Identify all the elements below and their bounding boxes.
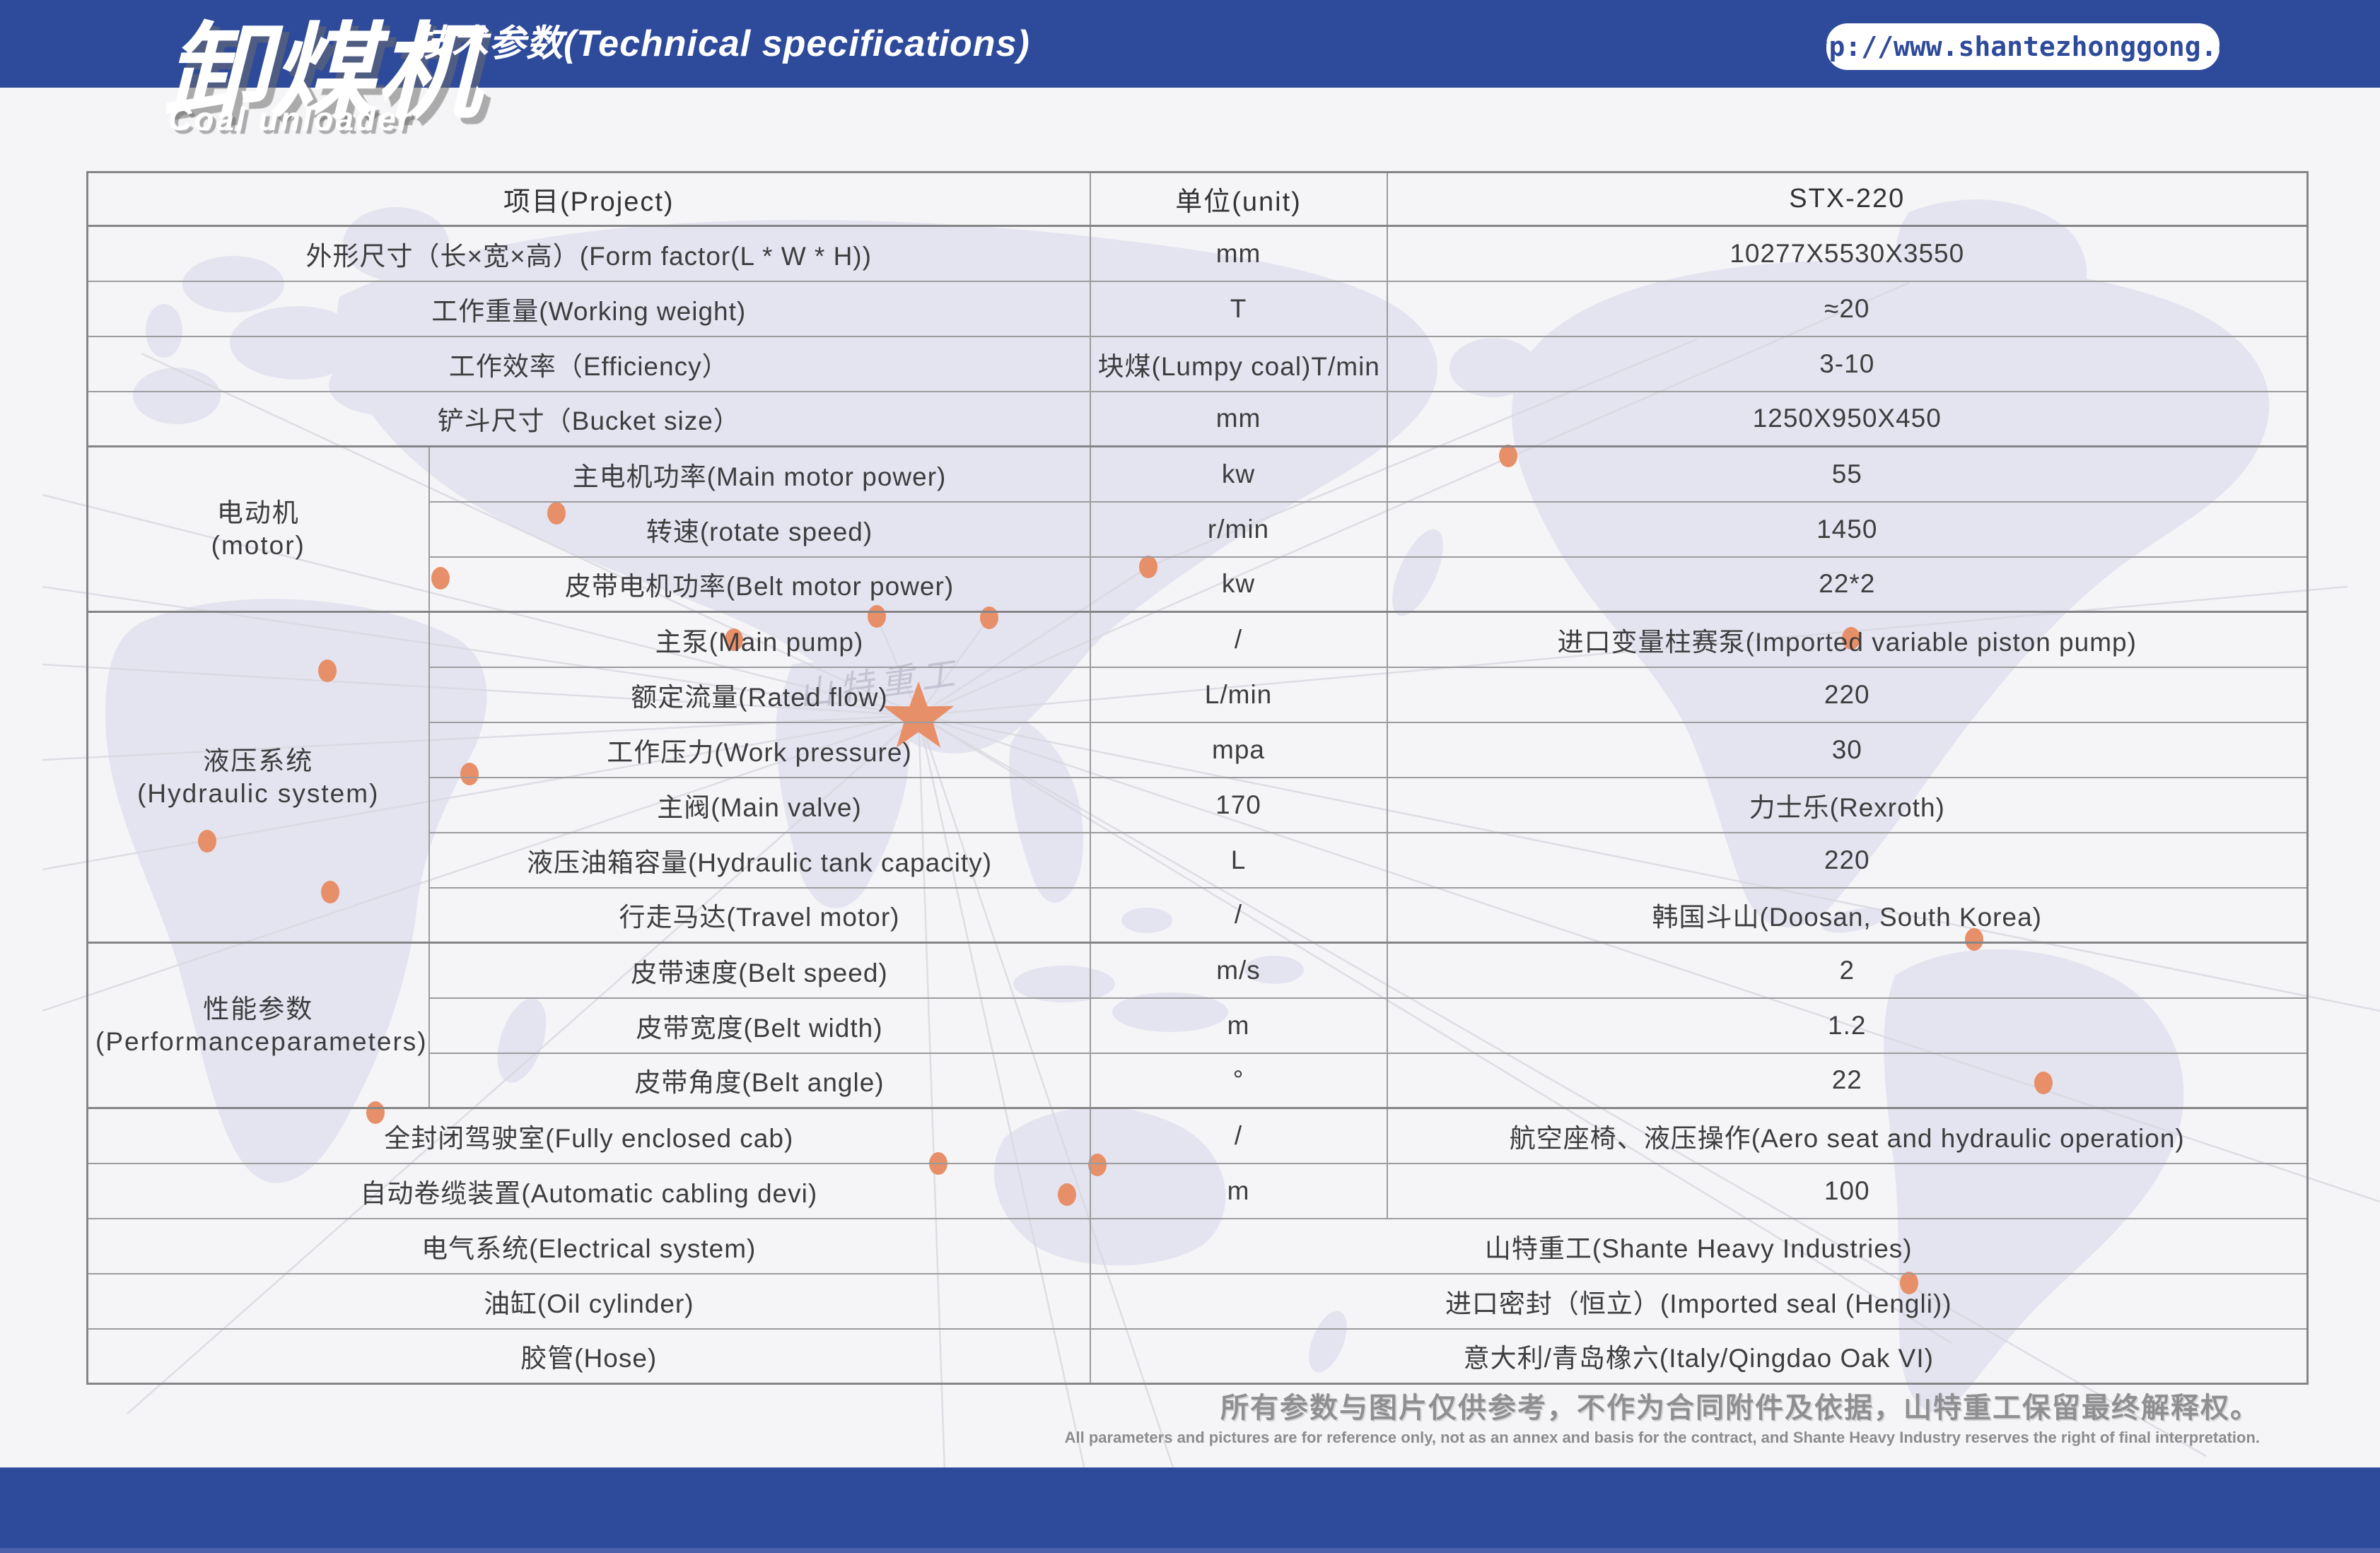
value-cell: 3-10 — [1387, 336, 2308, 392]
value-cell: 进口变量柱赛泵(Imported variable piston pump) — [1387, 612, 2308, 667]
project-cell: 电气系统(Electrical system) — [88, 1219, 1090, 1274]
value-cell: 山特重工(Shante Heavy Industries) — [1090, 1219, 2308, 1274]
project-cell: 皮带角度(Belt angle) — [429, 1053, 1090, 1108]
table-row: 电气系统(Electrical system)山特重工(Shante Heavy… — [88, 1219, 2308, 1274]
project-cell: 全封闭驾驶室(Fully enclosed cab) — [88, 1108, 1090, 1164]
col-header-model: STX-220 — [1387, 172, 2308, 226]
value-cell: 10277X5530X3550 — [1387, 226, 2308, 281]
project-cell: 转速(rotate speed) — [429, 502, 1090, 557]
website-url[interactable]: Http://www.shantezhonggong.com — [1780, 31, 2265, 62]
page: { "header_bar": { "logo_zh": "卸煤机", "log… — [0, 0, 2380, 1553]
project-cell: 皮带速度(Belt speed) — [429, 943, 1090, 998]
table-row: 工作重量(Working weight)T≈20 — [88, 281, 2308, 336]
project-cell: 主电机功率(Main motor power) — [429, 447, 1090, 502]
project-cell: 工作效率（Efficiency） — [88, 336, 1090, 392]
project-cell: 额定流量(Rated flow) — [429, 667, 1090, 722]
footer-bar — [0, 1467, 2380, 1553]
disclaimer-zh: 所有参数与图片仅供参考，不作为合同附件及依据，山特重工保留最终解释权。 — [1065, 1391, 2260, 1425]
project-cell: 皮带宽度(Belt width) — [429, 998, 1090, 1053]
value-cell: 1450 — [1387, 502, 2308, 557]
project-cell: 胶管(Hose) — [88, 1329, 1090, 1384]
project-cell: 油缸(Oil cylinder) — [88, 1274, 1090, 1329]
unit-cell: r/min — [1090, 502, 1387, 557]
value-cell: 1250X950X450 — [1387, 392, 2308, 447]
value-cell: 100 — [1387, 1164, 2308, 1219]
unit-cell: kw — [1090, 557, 1387, 612]
website-url-box[interactable]: Http://www.shantezhonggong.com — [1826, 23, 2219, 70]
value-cell: 55 — [1387, 447, 2308, 502]
value-cell: 220 — [1387, 667, 2308, 722]
value-cell: 力士乐(Rexroth) — [1387, 778, 2308, 833]
project-cell: 外形尺寸（长×宽×高）(Form factor(L * W * H)) — [88, 226, 1090, 281]
table-row: 工作效率（Efficiency）块煤(Lumpy coal)T/min3-10 — [88, 336, 2308, 392]
project-cell: 主阀(Main valve) — [429, 778, 1090, 833]
value-cell: 22 — [1387, 1053, 2308, 1108]
unit-cell: 170 — [1090, 778, 1387, 833]
unit-cell: / — [1090, 612, 1387, 667]
unit-cell: m — [1090, 1164, 1387, 1219]
table-row: 自动卷缆装置(Automatic cabling devi)m100 — [88, 1164, 2308, 1219]
unit-cell: L — [1090, 833, 1387, 888]
unit-cell: / — [1090, 888, 1387, 943]
col-header-unit: 单位(unit) — [1090, 172, 1387, 226]
category-label-en: (Hydraulic system) — [95, 778, 421, 810]
unit-cell: m — [1090, 998, 1387, 1053]
col-header-project: 项目(Project) — [88, 172, 1090, 226]
table-header-row: 项目(Project) 单位(unit) STX-220 — [88, 172, 2308, 226]
disclaimer-en: All parameters and pictures are for refe… — [1065, 1428, 2260, 1448]
project-cell: 工作压力(Work pressure) — [429, 722, 1090, 778]
value-cell: 1.2 — [1387, 998, 2308, 1053]
unit-cell: mm — [1090, 226, 1387, 281]
table-row: 液压系统(Hydraulic system)主泵(Main pump)/进口变量… — [88, 612, 2308, 667]
project-cell: 工作重量(Working weight) — [88, 281, 1090, 336]
unit-cell: 块煤(Lumpy coal)T/min — [1090, 336, 1387, 392]
category-cell: 性能参数(Performanceparameters) — [88, 943, 429, 1108]
disclaimer: 所有参数与图片仅供参考，不作为合同附件及依据，山特重工保留最终解释权。 All … — [1065, 1391, 2260, 1448]
table-row: 铲斗尺寸（Bucket size）mm1250X950X450 — [88, 392, 2308, 447]
unit-cell: ° — [1090, 1053, 1387, 1108]
project-cell: 液压油箱容量(Hydraulic tank capacity) — [429, 833, 1090, 888]
category-label-zh: 电动机 — [95, 497, 421, 529]
page-title: 技术参数(Technical specifications) — [414, 23, 1030, 65]
value-cell: 220 — [1387, 833, 2308, 888]
unit-cell: T — [1090, 281, 1387, 336]
category-cell: 液压系统(Hydraulic system) — [88, 612, 429, 943]
table-row: 外形尺寸（长×宽×高）(Form factor(L * W * H))mm102… — [88, 226, 2308, 281]
table-row: 全封闭驾驶室(Fully enclosed cab)/航空座椅、液压操作(Aer… — [88, 1108, 2308, 1164]
table-row: 电动机(motor)主电机功率(Main motor power)kw55 — [88, 447, 2308, 502]
project-cell: 行走马达(Travel motor) — [429, 888, 1090, 943]
project-cell: 皮带电机功率(Belt motor power) — [429, 557, 1090, 612]
value-cell: 意大利/青岛橡六(Italy/Qingdao Oak VI) — [1090, 1329, 2308, 1384]
category-label-en: (Performanceparameters) — [95, 1026, 421, 1058]
footer-accent-strip — [0, 1548, 2380, 1553]
table-row: 性能参数(Performanceparameters)皮带速度(Belt spe… — [88, 943, 2308, 998]
value-cell: 进口密封（恒立）(Imported seal (Hengli)) — [1090, 1274, 2308, 1329]
value-cell: 22*2 — [1387, 557, 2308, 612]
category-label-zh: 液压系统 — [95, 745, 421, 778]
spec-table: 项目(Project) 单位(unit) STX-220 外形尺寸（长×宽×高）… — [86, 171, 2309, 1385]
value-cell: ≈20 — [1387, 281, 2308, 336]
value-cell: 30 — [1387, 722, 2308, 778]
value-cell: 2 — [1387, 943, 2308, 998]
logo-text-en: Coal unloader — [168, 102, 413, 136]
unit-cell: mpa — [1090, 722, 1387, 778]
spec-table-body: 外形尺寸（长×宽×高）(Form factor(L * W * H))mm102… — [88, 226, 2308, 1384]
project-cell: 主泵(Main pump) — [429, 612, 1090, 667]
value-cell: 韩国斗山(Doosan, South Korea) — [1387, 888, 2308, 943]
category-cell: 电动机(motor) — [88, 447, 429, 612]
value-cell: 航空座椅、液压操作(Aero seat and hydraulic operat… — [1387, 1108, 2308, 1164]
category-label-en: (motor) — [95, 529, 421, 562]
unit-cell: mm — [1090, 392, 1387, 447]
table-row: 油缸(Oil cylinder)进口密封（恒立）(Imported seal (… — [88, 1274, 2308, 1329]
unit-cell: m/s — [1090, 943, 1387, 998]
unit-cell: kw — [1090, 447, 1387, 502]
unit-cell: L/min — [1090, 667, 1387, 722]
unit-cell: / — [1090, 1108, 1387, 1164]
project-cell: 自动卷缆装置(Automatic cabling devi) — [88, 1164, 1090, 1219]
table-row: 胶管(Hose)意大利/青岛橡六(Italy/Qingdao Oak VI) — [88, 1329, 2308, 1384]
project-cell: 铲斗尺寸（Bucket size） — [88, 392, 1090, 447]
category-label-zh: 性能参数 — [95, 993, 421, 1026]
